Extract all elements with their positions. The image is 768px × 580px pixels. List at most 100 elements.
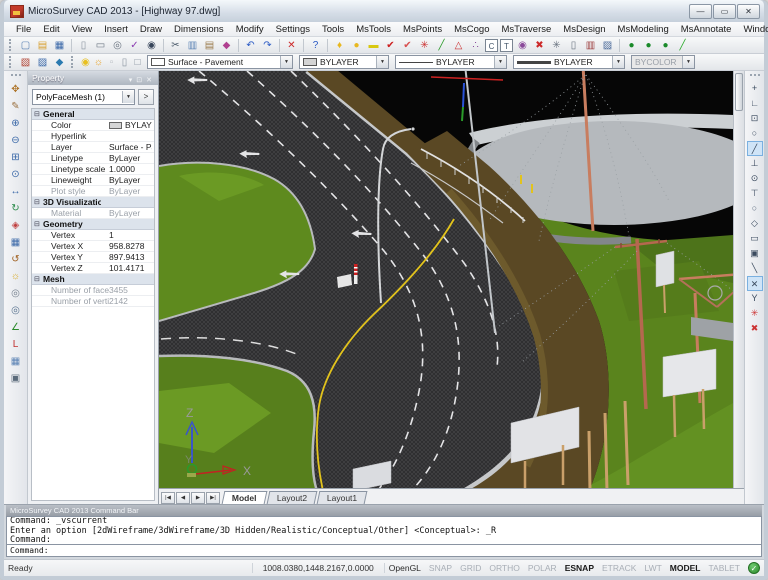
snap-nearest-icon[interactable]: ╱ [747,141,763,156]
scrollbar-thumb[interactable] [735,73,743,111]
status-toggle[interactable]: TABLET [705,563,745,573]
menu-item[interactable]: Settings [270,24,316,35]
zoom-extents-icon[interactable]: ⊙ [7,166,25,183]
axis-icon[interactable]: L [7,336,25,353]
snap-insert-icon[interactable]: ▭ [747,231,763,246]
minimize-button[interactable]: — [689,4,712,19]
property-row[interactable]: Layer Surface - Pavement [32,142,154,153]
ms-gear-icon[interactable]: ✳ [548,38,565,53]
property-row[interactable]: Lineweight ByLayer [32,175,154,186]
menu-item[interactable]: Dimensions [168,24,230,35]
layout-tab[interactable]: Layout1 [316,491,367,504]
snap-node-icon[interactable]: ⊡ [747,111,763,126]
snap-tangent-icon[interactable]: ○ [747,201,763,216]
image-ref-icon[interactable]: ▣ [7,370,25,387]
panel-pin-icon[interactable]: ⊡ [134,77,144,84]
find-icon[interactable]: ◉ [143,38,160,53]
property-row[interactable]: ⊟ Geometry [32,219,154,230]
tab-prev-button[interactable]: ◀ [176,492,190,504]
page-icon[interactable]: ▯ [75,38,92,53]
redo-icon[interactable]: ↷ [259,38,276,53]
menu-item[interactable]: MsCogo [448,24,495,35]
dropdown-arrow-icon[interactable]: ▼ [376,56,388,68]
layer-freeze-icon[interactable]: ☼ [92,55,105,70]
format-painter-icon[interactable]: ◆ [218,38,235,53]
property-row[interactable]: Linetype scale 1.0000 [32,164,154,175]
menu-item[interactable]: Insert [98,24,134,35]
color-dropdown[interactable]: BYLAYER ▼ [299,55,389,69]
ms-cogo2-icon[interactable]: ● [640,38,657,53]
snap-block-icon[interactable]: ▣ [747,246,763,261]
render-icon[interactable]: ◆ [51,55,68,70]
ms-line-icon[interactable]: ╱ [433,38,450,53]
quick-select-button[interactable]: > [138,89,154,105]
property-row[interactable]: Vertex 1 [32,230,154,241]
property-row[interactable]: ⊟ Mesh [32,274,154,285]
menu-item[interactable]: MsTraverse [495,24,557,35]
menu-item[interactable]: File [10,24,37,35]
menu-item[interactable]: MsAnnotate [675,24,738,35]
linetype-dropdown[interactable]: BYLAYER ▼ [395,55,507,69]
ms-image-icon[interactable]: ▨ [599,38,616,53]
ms-points-icon[interactable]: ✳ [416,38,433,53]
dropdown-arrow-icon[interactable]: ▼ [494,56,506,68]
table-icon[interactable]: ▦ [7,353,25,370]
tab-first-button[interactable]: |◀ [161,492,175,504]
status-toggle[interactable]: LWT [640,563,665,573]
copy-icon[interactable]: ▥ [184,38,201,53]
snap-circle-icon[interactable]: ○ [747,126,763,141]
new-icon[interactable]: ▢ [17,38,34,53]
ms-table-icon[interactable]: ▥ [582,38,599,53]
snap-endpoint-icon[interactable]: ∟ [747,96,763,111]
drawing-viewport[interactable]: Z Y X [159,71,733,488]
property-row[interactable]: Vertex Y 897.9413 [32,252,154,263]
ms-c-icon[interactable]: C [485,39,498,52]
open-icon[interactable]: ▤ [34,38,51,53]
zoom-window-icon[interactable]: ⊞ [7,149,25,166]
paste-icon[interactable]: ▤ [201,38,218,53]
spell-check-icon[interactable]: ✓ [126,38,143,53]
walk-icon[interactable]: ↺ [7,251,25,268]
print-icon[interactable]: ▭ [92,38,109,53]
close-button[interactable]: ✕ [737,4,760,19]
menu-item[interactable]: Window [737,24,768,35]
layer-thaw-icon[interactable]: ▫ [105,55,118,70]
title-bar[interactable]: MicroSurvey CAD 2013 - [Highway 97.dwg] … [4,0,764,22]
dropdown-arrow-icon[interactable]: ▼ [280,56,292,68]
menu-item[interactable]: Edit [37,24,65,35]
toolbar-grip[interactable] [9,39,14,51]
toolbar-grip[interactable] [71,56,76,68]
tab-next-button[interactable]: ▶ [191,492,205,504]
dock-grip[interactable] [11,74,21,79]
status-toggle[interactable]: GRID [456,563,485,573]
visibility-alt-icon[interactable]: ◎ [7,302,25,319]
dropdown-arrow-icon[interactable]: ▼ [612,56,624,68]
menu-item[interactable]: Tools [316,24,350,35]
cut-icon[interactable]: ✂ [167,38,184,53]
command-bar-title[interactable]: MicroSurvey CAD 2013 Command Bar [6,505,762,516]
zoom-out-icon[interactable]: ⊖ [7,132,25,149]
menu-item[interactable]: Modify [230,24,270,35]
tab-last-button[interactable]: ▶| [206,492,220,504]
snap-off-icon[interactable]: ✖ [747,321,763,336]
snap-from-icon[interactable]: ╲ [747,261,763,276]
layer-dropdown[interactable]: Surface - Pavement ▼ [147,55,293,69]
ms-cogo1-icon[interactable]: ● [623,38,640,53]
layer-lock-icon[interactable]: ▯ [118,55,131,70]
print-preview-icon[interactable]: ◎ [109,38,126,53]
select-brush-icon[interactable]: ✎ [7,98,25,115]
dropdown-arrow-icon[interactable]: ▼ [122,91,134,103]
ms-check-icon[interactable]: ✔ [382,38,399,53]
menu-item[interactable]: MsDesign [557,24,611,35]
object-type-dropdown[interactable]: PolyFaceMesh (1) ▼ [32,89,135,105]
views-3d-icon[interactable]: ▧ [17,55,34,70]
panel-close-icon[interactable]: ✕ [144,77,154,84]
status-toggle[interactable]: ESNAP [561,563,598,573]
snap-intersection-icon[interactable]: ✕ [747,276,763,291]
status-toggle[interactable]: OpenGL [385,563,425,573]
command-history[interactable]: Command: _vscurrentEnter an option [2dWi… [6,516,762,545]
status-toggle[interactable]: ORTHO [485,563,524,573]
camera-icon[interactable]: ▦ [7,234,25,251]
snap-perpendicular-icon[interactable]: ⊤ [747,186,763,201]
ms-check-edit-icon[interactable]: ✔ [399,38,416,53]
